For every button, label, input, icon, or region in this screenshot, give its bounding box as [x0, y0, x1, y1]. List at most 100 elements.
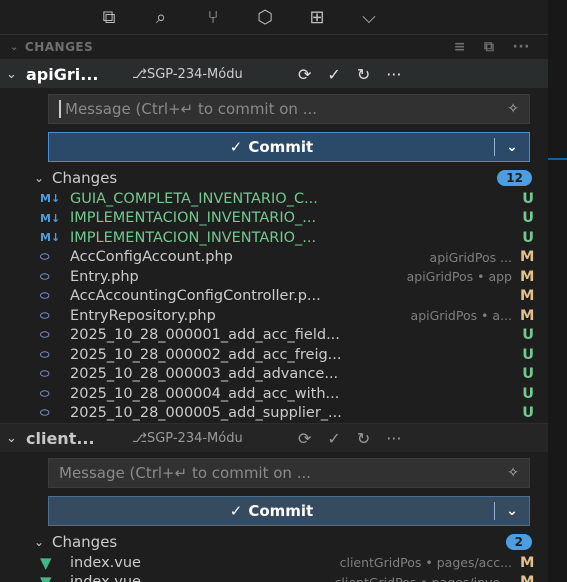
- branch-name[interactable]: ⎇SGP-234-Módu: [132, 67, 282, 82]
- file-status-badge: U: [522, 229, 534, 246]
- commit-main-action[interactable]: ✓ Commit: [49, 133, 494, 161]
- file-status-badge: U: [522, 405, 534, 422]
- changes-group-header[interactable]: ⌄ Changes 12: [0, 167, 548, 189]
- repo-header-apigridpos[interactable]: ⌄ apiGri... ⎇SGP-234-Módu ⟳ ✓ ↻ ···: [0, 59, 548, 88]
- changes-label: Changes: [52, 169, 118, 187]
- more-icon[interactable]: ···: [386, 429, 401, 448]
- file-row[interactable]: ⬭ 2025_10_28_000001_add_acc_field... U: [0, 326, 548, 346]
- php-icon: ⬭: [40, 328, 50, 342]
- file-path: clientGridPos • pages/acc...: [339, 555, 512, 571]
- check-icon[interactable]: ✓: [327, 429, 340, 448]
- check-icon: ✓: [229, 138, 243, 156]
- file-status-badge: M: [520, 554, 535, 571]
- file-path: clientGridPos • pages/inve...: [335, 575, 512, 582]
- file-row[interactable]: M↓ GUIA_COMPLETA_INVENTARIO_C... U: [0, 189, 548, 209]
- file-status-badge: U: [522, 346, 534, 363]
- copy-icon[interactable]: ⧉: [98, 7, 120, 28]
- file-status-badge: U: [522, 366, 534, 383]
- text-caret: [59, 100, 61, 118]
- file-status-badge: M: [520, 249, 535, 266]
- file-name: 2025_10_28_000001_add_acc_field...: [70, 327, 340, 344]
- file-row[interactable]: ⬭ 2025_10_28_000004_add_acc_with... U: [0, 384, 548, 404]
- changes-section-header[interactable]: ⌄ CHANGES ≡ ⧉ ···: [0, 34, 548, 59]
- message-placeholder: Message (Ctrl+↵ to commit on ...: [65, 100, 318, 118]
- php-icon: ⬭: [40, 386, 50, 400]
- search-icon[interactable]: ⌕: [150, 7, 172, 28]
- changes-group-header[interactable]: ⌄ Changes 2: [0, 531, 548, 553]
- scrollbar-gutter: [548, 0, 567, 582]
- chevron-down-icon: ⌄: [6, 66, 17, 82]
- sparkle-icon[interactable]: ✧: [507, 465, 519, 481]
- changes-count-badge: 2: [505, 534, 532, 550]
- php-icon: ⬭: [40, 367, 50, 381]
- more-icon[interactable]: ···: [386, 65, 401, 84]
- more-actions-icon[interactable]: ···: [513, 39, 530, 55]
- file-name: 2025_10_28_000003_add_advance...: [70, 366, 339, 383]
- source-control-icon[interactable]: ⑂: [202, 7, 224, 28]
- file-row[interactable]: ▼index.vue clientGridPos • pages/inve... M: [0, 573, 548, 582]
- markdown-icon: M↓: [40, 231, 61, 245]
- file-name: GUIA_COMPLETA_INVENTARIO_C...: [70, 190, 318, 207]
- commit-message-input[interactable]: Message (Ctrl+↵ to commit on ... ✧: [48, 94, 530, 124]
- commit-main-action[interactable]: ✓ Commit: [49, 497, 494, 525]
- vue-icon: ▼: [40, 553, 52, 572]
- message-placeholder: Message (Ctrl+↵ to commit on ...: [59, 464, 312, 482]
- repo-name: client...: [26, 428, 95, 448]
- file-name: AccAccountingConfigController.p...: [70, 288, 321, 305]
- view-toolbar: ⧉ ⌕ ⑂ ⬡ ⊞ ⌵: [0, 0, 548, 34]
- sparkle-icon[interactable]: ✧: [507, 101, 519, 117]
- file-row[interactable]: ⬭ 2025_10_28_000005_add_supplier_... U: [0, 404, 548, 424]
- extensions-icon[interactable]: ⬡: [254, 7, 276, 28]
- repo-header-clientgridpos[interactable]: ⌄ client... ⎇SGP-234-Módu ⟳ ✓ ↻ ···: [0, 423, 548, 452]
- file-row[interactable]: ⬭ Entry.php apiGridPos • app M: [0, 267, 548, 287]
- branch-name[interactable]: ⎇SGP-234-Módu: [132, 431, 282, 446]
- php-icon: ⬭: [40, 269, 50, 283]
- file-name: 2025_10_28_000002_add_acc_freig...: [70, 346, 342, 363]
- commit-label: Commit: [248, 502, 314, 520]
- chevron-down-icon: ⌄: [6, 430, 17, 446]
- section-title: CHANGES: [24, 40, 94, 54]
- chevron-down-icon: ⌄: [34, 535, 45, 549]
- vue-icon: ▼: [40, 573, 70, 582]
- file-row[interactable]: ⬭ 2025_10_28_000003_add_advance... U: [0, 365, 548, 385]
- file-row[interactable]: ▼ index.vue clientGridPos • pages/acc... M: [0, 553, 548, 573]
- file-row[interactable]: ⬭ 2025_10_28_000002_add_acc_freig... U: [0, 345, 548, 365]
- view-as-list-icon[interactable]: ≡: [454, 39, 466, 55]
- file-name: index.vue: [70, 574, 329, 582]
- file-row[interactable]: M↓ IMPLEMENTACION_INVENTARIO_... U: [0, 209, 548, 229]
- chevron-down-icon: ⌄: [10, 41, 19, 53]
- file-row[interactable]: ⬭ EntryRepository.php apiGridPos • a... M: [0, 306, 548, 326]
- php-icon: ⬭: [40, 347, 50, 361]
- markdown-icon: M↓: [40, 192, 61, 206]
- file-status-badge: U: [522, 385, 534, 402]
- file-status-badge: M: [520, 307, 535, 324]
- chevron-down-icon[interactable]: ⌵: [358, 7, 380, 28]
- remote-explorer-icon[interactable]: ⊞: [306, 7, 328, 28]
- commit-button[interactable]: ✓ Commit ⌄: [48, 132, 530, 162]
- php-icon: ⬭: [40, 250, 50, 264]
- file-name: EntryRepository.php: [70, 307, 216, 324]
- collapse-all-icon[interactable]: ⧉: [484, 39, 495, 55]
- chevron-down-icon[interactable]: ⌄: [495, 497, 529, 525]
- refresh-icon[interactable]: ↻: [357, 65, 370, 84]
- refresh-icon[interactable]: ↻: [357, 429, 370, 448]
- file-list: M↓ GUIA_COMPLETA_INVENTARIO_C... U M↓ IMPLEM…: [0, 189, 548, 423]
- source-control-panel: ⧉ ⌕ ⑂ ⬡ ⊞ ⌵ ⌄ CHANGES ≡ ⧉ ··· ⌄ apiGri..…: [0, 0, 548, 582]
- file-row[interactable]: ⬭ AccAccountingConfigController.p... M: [0, 287, 548, 307]
- sync-icon[interactable]: ⟳: [298, 65, 311, 84]
- file-path: apiGridPos ...: [429, 249, 512, 265]
- file-name: 2025_10_28_000004_add_acc_with...: [70, 385, 340, 402]
- chevron-down-icon[interactable]: ⌄: [495, 133, 529, 161]
- commit-label: Commit: [248, 138, 314, 156]
- php-icon: ⬭: [40, 289, 50, 303]
- scroll-indicator: [548, 158, 567, 160]
- file-name: index.vue: [70, 554, 141, 571]
- file-status-badge: U: [522, 327, 534, 344]
- file-row[interactable]: M↓ IMPLEMENTACION_INVENTARIO_... U: [0, 228, 548, 248]
- check-icon[interactable]: ✓: [327, 65, 340, 84]
- file-path: apiGridPos • app: [406, 269, 512, 285]
- sync-icon[interactable]: ⟳: [298, 429, 311, 448]
- commit-button[interactable]: ✓ Commit ⌄: [48, 496, 530, 526]
- commit-message-input[interactable]: Message (Ctrl+↵ to commit on ... ✧: [48, 458, 530, 488]
- file-row[interactable]: ⬭ AccConfigAccount.php apiGridPos ... M: [0, 248, 548, 268]
